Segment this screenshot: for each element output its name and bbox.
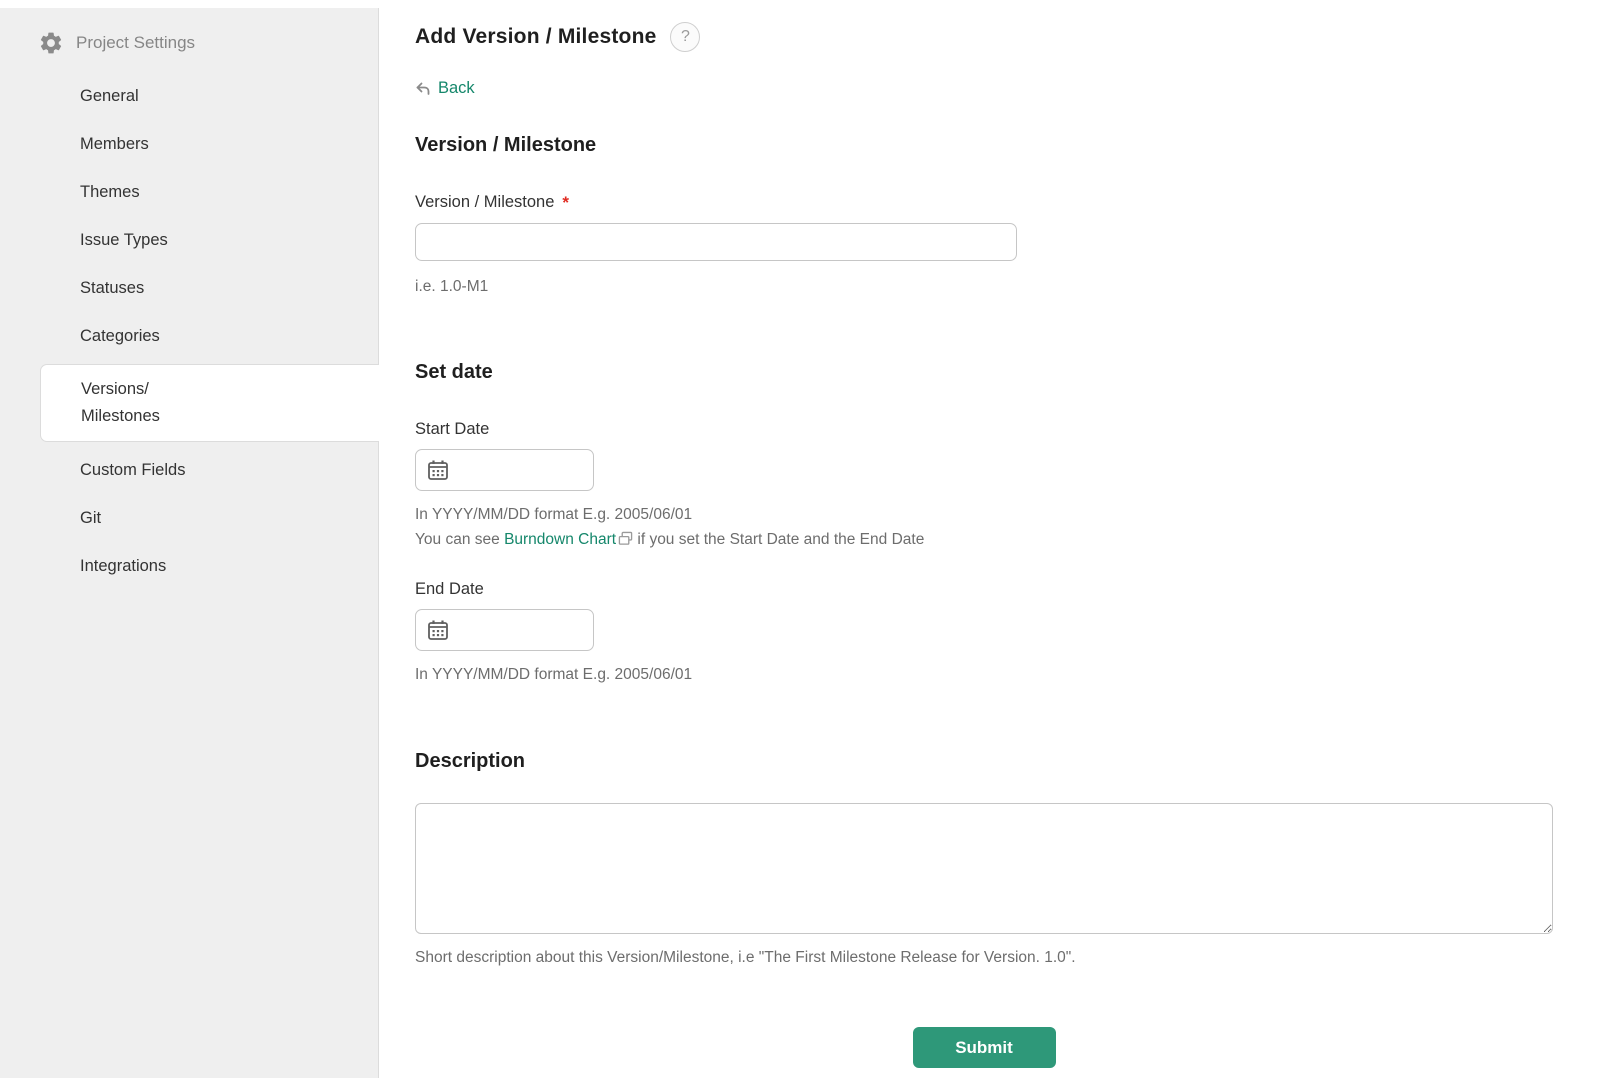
sidebar-item-themes[interactable]: Themes xyxy=(0,168,378,216)
sidebar-item-versions-milestones[interactable]: Versions/ Milestones xyxy=(40,364,379,442)
sidebar-item-issue-types[interactable]: Issue Types xyxy=(0,216,378,264)
sidebar-item-label: Versions/ Milestones xyxy=(81,376,160,430)
help-button[interactable]: ? xyxy=(670,22,700,52)
calendar-icon[interactable] xyxy=(426,458,450,482)
question-mark-icon: ? xyxy=(681,28,690,46)
description-textarea[interactable] xyxy=(415,803,1553,934)
sidebar-item-label: Git xyxy=(80,509,101,528)
sidebar-item-label: Categories xyxy=(80,327,160,346)
sidebar-item-integrations[interactable]: Integrations xyxy=(0,542,378,590)
sidebar-item-label: General xyxy=(80,87,139,106)
start-date-field[interactable] xyxy=(415,449,594,491)
end-date-input[interactable] xyxy=(458,621,583,639)
sidebar-item-statuses[interactable]: Statuses xyxy=(0,264,378,312)
sidebar-header-label: Project Settings xyxy=(76,33,195,53)
back-link-label: Back xyxy=(438,79,475,98)
back-row: Back xyxy=(415,79,1553,98)
burndown-hint-after: if you set the Start Date and the End Da… xyxy=(633,531,924,548)
sidebar-nav: General Members Themes Issue Types Statu… xyxy=(0,72,378,590)
start-date-input[interactable] xyxy=(458,461,583,479)
submit-row: Submit xyxy=(415,1027,1553,1068)
description-section-heading: Description xyxy=(415,750,1553,773)
end-date-label: End Date xyxy=(415,580,1553,599)
gear-icon xyxy=(38,30,64,56)
sidebar-header: Project Settings xyxy=(0,8,378,56)
page-title-row: Add Version / Milestone ? xyxy=(415,22,1553,52)
add-version-milestone-page: Add Version / Milestone ? Back Version /… xyxy=(380,0,1600,1083)
version-field-hint: i.e. 1.0-M1 xyxy=(415,275,1553,299)
page-title: Add Version / Milestone xyxy=(415,25,656,49)
end-date-field[interactable] xyxy=(415,609,594,651)
set-date-section-heading: Set date xyxy=(415,361,1553,384)
sidebar-item-categories[interactable]: Categories xyxy=(0,312,378,360)
sidebar-item-label: Custom Fields xyxy=(80,461,185,480)
start-date-format-hint: In YYYY/MM/DD format E.g. 2005/06/01 xyxy=(415,503,1553,528)
burndown-hint-before: You can see xyxy=(415,531,504,548)
calendar-icon[interactable] xyxy=(426,618,450,642)
sidebar-item-label: Members xyxy=(80,135,149,154)
start-date-label: Start Date xyxy=(415,420,1553,439)
submit-button[interactable]: Submit xyxy=(913,1027,1056,1068)
version-field-label: Version / Milestone xyxy=(415,193,554,213)
description-hint: Short description about this Version/Mil… xyxy=(415,946,1553,971)
sidebar-item-members[interactable]: Members xyxy=(0,120,378,168)
required-asterisk: * xyxy=(562,193,569,213)
burndown-chart-link[interactable]: Burndown Chart xyxy=(504,531,616,548)
sidebar-item-custom-fields[interactable]: Custom Fields xyxy=(0,446,378,494)
sidebar-item-label: Issue Types xyxy=(80,231,168,250)
project-settings-sidebar: Project Settings General Members Themes … xyxy=(0,8,379,1078)
external-window-icon xyxy=(618,531,633,546)
sidebar-item-general[interactable]: General xyxy=(0,72,378,120)
undo-arrow-icon xyxy=(415,81,431,97)
end-date-block: End Date In YYYY/MM/DD format E.g. 2005/… xyxy=(415,580,1553,688)
version-section-heading: Version / Milestone xyxy=(415,134,1553,157)
start-date-hints: In YYYY/MM/DD format E.g. 2005/06/01 You… xyxy=(415,503,1553,552)
sidebar-item-label: Integrations xyxy=(80,557,166,576)
end-date-format-hint: In YYYY/MM/DD format E.g. 2005/06/01 xyxy=(415,663,1553,688)
version-name-input[interactable] xyxy=(415,223,1017,261)
version-field-label-row: Version / Milestone * xyxy=(415,193,1553,213)
sidebar-item-git[interactable]: Git xyxy=(0,494,378,542)
burndown-hint-line: You can see Burndown Chart if you set th… xyxy=(415,528,1553,553)
sidebar-item-label: Themes xyxy=(80,183,140,202)
back-link[interactable]: Back xyxy=(415,79,475,98)
sidebar-item-label: Statuses xyxy=(80,279,144,298)
